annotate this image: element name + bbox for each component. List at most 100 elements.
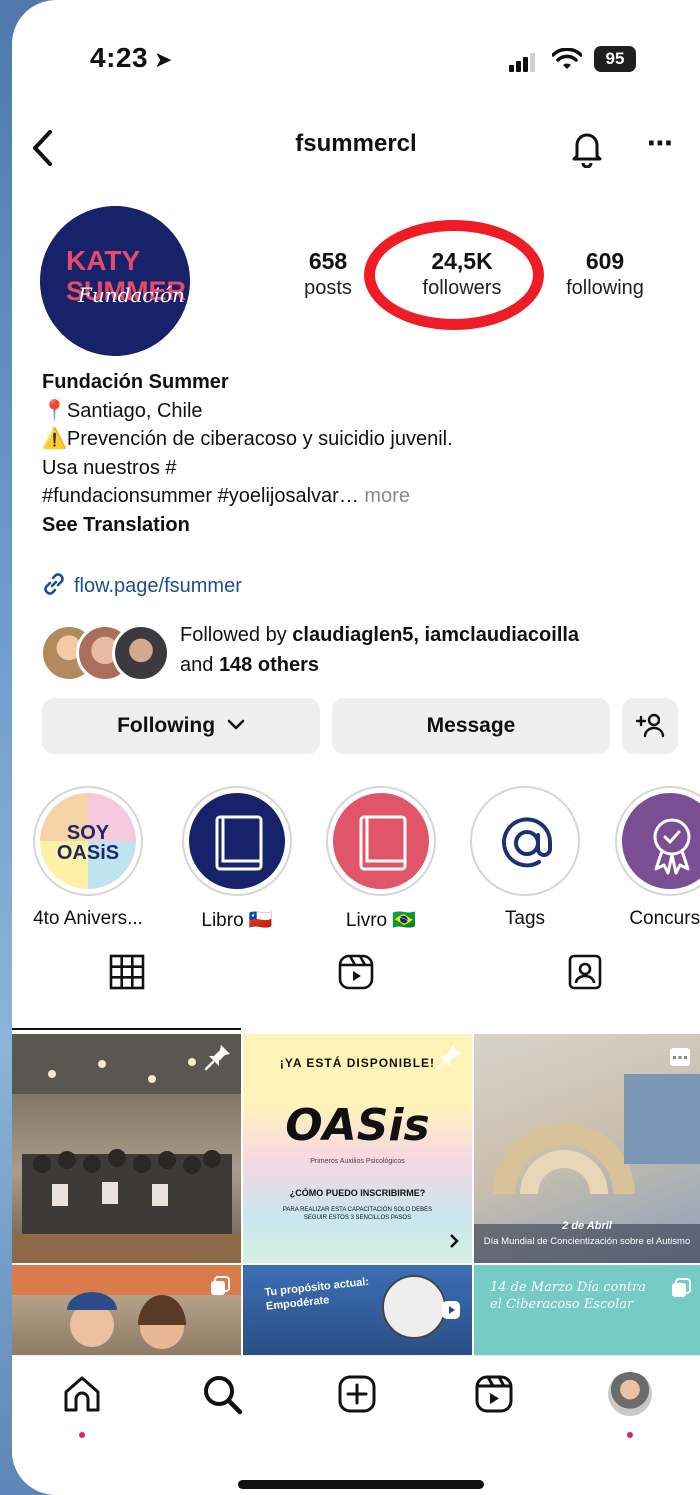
post-thumbnail[interactable] (12, 1034, 241, 1263)
followed-by-text: Followed by claudiaglen5, iamclaudiacoil… (180, 620, 579, 680)
profile-tabs (12, 944, 700, 1034)
post-thumbnail[interactable]: ¡YA ESTÁ DISPONIBLE! OASis Primeros Auxi… (243, 1034, 472, 1263)
reels-icon (338, 954, 373, 990)
highlight-circle (470, 786, 580, 896)
highlight-circle: SOY OASiS (33, 786, 143, 896)
following-button[interactable]: Following (42, 698, 320, 754)
stat-posts[interactable]: 658 posts (280, 248, 376, 300)
highlight-label: Livro 🇧🇷 (321, 908, 441, 932)
red-annotation-circle (364, 220, 544, 330)
bio-location: Santiago, Chile (66, 399, 203, 422)
profile-bio: Fundación Summer 📍Santiago, Chile ⚠️Prev… (42, 368, 682, 539)
message-button[interactable]: Message (332, 698, 610, 754)
followed-and: and (180, 654, 219, 676)
carousel-icon (672, 1278, 691, 1297)
post5-text: Tu propósito actual: Empodérate (263, 1275, 370, 1313)
stat-posts-label: posts (304, 277, 352, 299)
avatar-logo: KATY SUMMER Fundación (40, 206, 190, 356)
calendar-icon (670, 1048, 690, 1066)
brazil-flag-icon: 🇧🇷 (392, 910, 417, 931)
tab-reels[interactable] (241, 944, 470, 1030)
bio-line4: #fundacionsummer #yoelijosalvar… more (42, 482, 682, 511)
highlight-libro[interactable]: Libro 🇨🇱 (177, 786, 297, 932)
women-photo (12, 1265, 241, 1349)
carousel-icon (211, 1276, 230, 1295)
chevron-down-icon (227, 719, 245, 730)
add-person-button[interactable] (622, 698, 678, 754)
notification-dot (627, 1432, 633, 1438)
carousel-arrow-icon (450, 1234, 459, 1248)
highlight-cover (189, 793, 285, 889)
highlight-tags[interactable]: Tags (465, 786, 585, 930)
book-icon (215, 815, 263, 871)
tab-posts-grid[interactable] (12, 944, 241, 1030)
highlight-concurso[interactable]: Concurso (610, 786, 700, 930)
phone-screen: 4:23 ➤ 95 fsummercl ⋯ KATY SUMMER Fundac… (12, 0, 700, 1495)
home-icon[interactable] (60, 1372, 104, 1416)
warning-icon: ⚠️ (42, 428, 67, 450)
oasis-body: PARA REALIZAR ESTA CAPACITACIÓN SOLO DEB… (282, 1207, 433, 1221)
post-thumbnail[interactable]: 14 de Marzo Día contra el Ciberacoso Esc… (474, 1265, 700, 1355)
oasis-subtitle: Primeros Auxilios Psicológicos (310, 1158, 405, 1165)
post5-badge (382, 1275, 446, 1339)
profile-header: fsummercl ⋯ (12, 120, 700, 176)
followed-names: claudiaglen5, iamclaudiacoilla (292, 624, 580, 646)
highlight-circle (182, 786, 292, 896)
stat-posts-value: 658 (308, 248, 348, 274)
avatar-script: Fundación (77, 283, 185, 307)
highlight-circle (326, 786, 436, 896)
bell-icon[interactable] (567, 128, 607, 168)
post6-text: 14 de Marzo Día contra el Ciberacoso Esc… (490, 1280, 647, 1312)
highlight-label: 4to Anivers... (33, 908, 143, 929)
post-thumbnail[interactable]: 2 de Abril Día Mundial de Concientizació… (474, 1034, 700, 1263)
stat-following[interactable]: 609 following (552, 248, 658, 300)
signal-icon (509, 53, 535, 72)
search-icon[interactable] (200, 1372, 244, 1416)
highlight-label: Libro 🇨🇱 (177, 908, 297, 932)
chile-flag-icon: 🇨🇱 (248, 910, 273, 931)
follower-avatar (112, 624, 170, 682)
soy-oasis-badge: SOY OASiS (56, 822, 120, 864)
bio-link[interactable]: flow.page/fsummer (40, 570, 242, 598)
profile-avatar[interactable]: KATY SUMMER Fundación (40, 206, 190, 356)
followed-by[interactable]: Followed by claudiaglen5, iamclaudiacoil… (40, 620, 690, 682)
bio-name: Fundación Summer (42, 371, 229, 393)
autism-date: 2 de Abril (562, 1220, 612, 1232)
highlight-4to-aniversario[interactable]: SOY OASiS 4to Anivers... (28, 786, 148, 930)
status-bar: 4:23 ➤ 95 (12, 42, 700, 82)
highlight-label-text: Livro (345, 910, 388, 931)
award-badge-icon (653, 818, 691, 875)
followed-prefix: Followed by (180, 624, 293, 646)
wifi-icon (552, 48, 582, 69)
highlight-label: Tags (504, 908, 546, 929)
highlight-label-text: Libro (201, 910, 244, 931)
pinned-icon (435, 1045, 461, 1071)
more-icon[interactable]: ⋯ (640, 128, 680, 168)
pin-icon: 📍 (42, 399, 67, 422)
highlight-cover: SOY OASiS (40, 793, 136, 889)
grid-icon (109, 954, 144, 990)
following-label: Following (117, 714, 216, 737)
profile-avatar[interactable] (608, 1372, 652, 1416)
bio-link-text: flow.page/fsummer (74, 575, 242, 597)
link-icon (44, 573, 64, 595)
highlight-circle (615, 786, 700, 896)
location-arrow-icon: ➤ (154, 47, 173, 72)
notification-dot (79, 1432, 85, 1438)
bio-line2: ⚠️Prevención de ciberacoso y suicidio ju… (42, 425, 682, 454)
bio-line2-text: Prevención de ciberacoso y suicidio juve… (66, 428, 453, 450)
see-translation-link[interactable]: See Translation (42, 511, 682, 540)
tagged-icon (568, 954, 601, 990)
stat-following-value: 609 (585, 248, 625, 274)
highlight-livro[interactable]: Livro 🇧🇷 (321, 786, 441, 932)
post-thumbnail[interactable] (12, 1265, 241, 1355)
highlight-cover (333, 793, 429, 889)
battery-indicator: 95 (594, 46, 636, 72)
bio-more-link[interactable]: more (364, 485, 410, 507)
reels-nav-icon[interactable] (472, 1372, 516, 1416)
stat-following-label: following (566, 277, 644, 299)
create-icon[interactable] (335, 1372, 379, 1416)
oasis-question: ¿CÓMO PUEDO INSCRIBIRME? (289, 1188, 426, 1198)
post-thumbnail[interactable]: Tu propósito actual: Empodérate (243, 1265, 472, 1355)
tab-tagged[interactable] (470, 944, 699, 1030)
